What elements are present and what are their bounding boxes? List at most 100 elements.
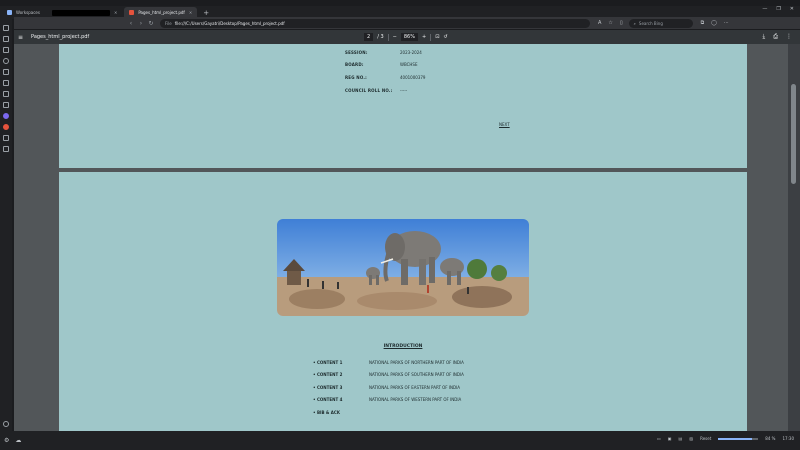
field-label: COUNCIL ROLL NO.: (345, 88, 393, 93)
games-sidebar-icon[interactable] (3, 135, 9, 141)
menu-icon[interactable]: ≡ (18, 34, 23, 41)
pdf-page-2: INTRODUCTION • CONTENT 1 NATIONAL PARKS … (59, 172, 747, 431)
shopping-sidebar-icon[interactable] (3, 91, 9, 97)
next-link[interactable]: NEXT (499, 122, 510, 127)
screen: Workspaces ✕ Pages_html_project.pdf ✕ + … (0, 0, 800, 450)
redacted-block (51, 9, 110, 16)
tab-label: Pages_html_project.pdf (138, 10, 185, 15)
favorite-icon[interactable]: ☆ (608, 20, 612, 26)
clock: 17:30 (782, 436, 794, 441)
left-sidebar (0, 19, 12, 431)
close-window-icon[interactable]: ✕ (790, 6, 794, 12)
tools-sidebar-icon[interactable] (3, 80, 9, 86)
tabs-sidebar-icon[interactable] (3, 36, 9, 42)
status-right: ▭ ▣ ▤ ▨ Reset 84 % 17:30 (657, 436, 794, 441)
search-box[interactable]: ⌕ Search Bing (628, 18, 693, 28)
history-sidebar-icon[interactable] (3, 58, 9, 64)
search-placeholder: Search Bing (638, 20, 663, 26)
browser-toolbar: ‹ › ↻ File file:///C:/Users/Gayatri/Desk… (14, 17, 800, 29)
content-item-value: NATIONAL PARKS OF WESTERN PART OF INDIA (369, 397, 462, 402)
zoom-reset-button[interactable]: Reset (700, 436, 711, 441)
elephant-image (277, 219, 529, 316)
divider (430, 33, 432, 41)
rotate-icon[interactable]: ↺ (443, 34, 447, 40)
divider (387, 33, 389, 41)
zoom-in-icon[interactable]: + (422, 34, 426, 40)
field-value: 2023-2024 (400, 50, 422, 55)
field-label: BOARD: (345, 62, 364, 67)
office-sidebar-icon[interactable] (3, 102, 9, 108)
pdf-scrollbar[interactable] (788, 44, 800, 431)
download-icon[interactable]: ⤓ (763, 33, 766, 41)
field-value: 4001000379 (400, 75, 426, 80)
close-icon[interactable]: ✕ (114, 10, 117, 15)
tile-icon[interactable]: ▤ (679, 436, 683, 441)
image-icon[interactable]: ▨ (689, 436, 693, 441)
zoom-level[interactable]: 86% (400, 33, 418, 41)
settings-icon[interactable]: ⚙ (4, 437, 9, 444)
search-icon: ⌕ (633, 20, 636, 26)
tab-label: Workspaces (16, 10, 40, 15)
field-value: ----- (400, 88, 408, 93)
pdf-icon (129, 10, 135, 15)
content-item-label: • CONTENT 3 (313, 385, 343, 390)
pdf-toolbar: ≡ Pages_html_project.pdf 2 / 3 − 86% + ⊡… (14, 30, 800, 44)
zoom-slider-fill (718, 437, 752, 440)
profile-icon[interactable]: ◯ (711, 20, 717, 26)
minimize-icon[interactable]: — (762, 6, 767, 12)
cloud-icon[interactable]: ☁ (15, 437, 21, 444)
maximize-icon[interactable]: ❐ (776, 6, 780, 12)
content-item-label: • CONTENT 2 (313, 372, 343, 377)
content-item-value: NATIONAL PARKS OF SOUTHERN PART OF INDIA (369, 372, 464, 377)
more-icon[interactable]: ⋯ (724, 20, 729, 26)
pdf-page-controls: 2 / 3 − 86% + ⊡ ↺ (364, 33, 448, 41)
print-icon[interactable]: ⎙ (773, 33, 778, 41)
window-controls: — ❐ ✕ (762, 6, 794, 12)
pdf-page-1: SESSION: 2023-2024 BOARD: WBCHSE REG NO.… (59, 44, 747, 168)
workspaces-sidebar-icon[interactable] (3, 25, 9, 31)
field-label: SESSION: (345, 50, 368, 55)
zoom-percent: 84 % (765, 436, 776, 441)
more-options-icon[interactable]: ⋮ (786, 33, 792, 41)
url-text: file:///C:/Users/Gayatri/Desktop/Pages_h… (174, 20, 285, 26)
split-icon[interactable]: ▯ (620, 20, 623, 26)
pdf-title: Pages_html_project.pdf (31, 34, 90, 40)
back-icon[interactable]: ‹ (126, 20, 136, 27)
workspaces-icon (7, 10, 12, 15)
collections-icon[interactable]: ⧉ (701, 20, 705, 26)
field-value: WBCHSE (400, 62, 418, 67)
status-bar: ⚙ ☁ ▭ ▣ ▤ ▨ Reset 84 % 17:30 (0, 431, 800, 450)
add-sidebar-icon[interactable] (3, 146, 9, 152)
forward-icon[interactable]: › (136, 20, 146, 27)
content-item-label: • BIB & ACK (313, 410, 340, 415)
refresh-icon[interactable]: ↻ (146, 20, 156, 27)
content-item-value: NATIONAL PARKS OF EASTERN PART OF INDIA (369, 385, 461, 390)
content-item-value: NATIONAL PARKS OF NORTHERN PART OF INDIA (369, 360, 464, 365)
toolbar-icons: A ☆ ▯ (598, 20, 623, 26)
url-scheme: File (165, 20, 172, 26)
elephant-photo (277, 219, 529, 316)
close-icon[interactable]: ✕ (189, 10, 192, 15)
panel-icon[interactable]: ▭ (657, 436, 661, 441)
scrollbar-thumb[interactable] (791, 84, 796, 184)
pdf-viewer[interactable]: SESSION: 2023-2024 BOARD: WBCHSE REG NO.… (14, 44, 788, 431)
page-number-input[interactable]: 2 (364, 33, 374, 41)
address-bar[interactable]: File file:///C:/Users/Gayatri/Desktop/Pa… (160, 18, 590, 28)
field-label: REG NO.: (345, 75, 367, 80)
status-left: ⚙ ☁ (4, 437, 21, 444)
copilot-sidebar-icon[interactable] (3, 113, 9, 119)
settings-sidebar-icon[interactable] (3, 421, 9, 427)
extension-icons: ⧉ ◯ ⋯ (701, 20, 729, 26)
zoom-out-icon[interactable]: − (393, 34, 397, 40)
zoom-slider[interactable] (718, 437, 759, 440)
new-tab-button[interactable]: + (203, 9, 209, 17)
downloads-sidebar-icon[interactable] (3, 47, 9, 53)
outlook-sidebar-icon[interactable] (3, 124, 9, 130)
page-total: / 3 (377, 34, 384, 40)
read-aloud-icon[interactable]: A (598, 20, 601, 26)
fit-page-icon[interactable]: ⊡ (435, 34, 439, 40)
content-item-label: • CONTENT 4 (313, 397, 343, 402)
window-icon[interactable]: ▣ (668, 436, 672, 441)
introduction-heading: INTRODUCTION (383, 344, 423, 349)
apps-sidebar-icon[interactable] (3, 69, 9, 75)
